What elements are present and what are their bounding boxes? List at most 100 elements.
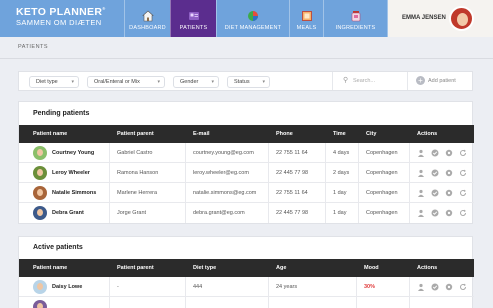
nav-item-meals[interactable]: MEALS — [289, 0, 323, 37]
active-table-header: Patient name Patient parent Diet type Ag… — [19, 259, 474, 277]
oral-enteral-dropdown[interactable]: Oral/Enteral or Mix ▾ — [87, 76, 165, 88]
row-actions — [417, 169, 467, 177]
nav-label-dashboard: DASHBOARD — [129, 25, 166, 31]
add-patient-button[interactable]: + Add patient — [407, 72, 473, 90]
col-patient-name: Patient name — [33, 131, 68, 137]
diet-type-dropdown[interactable]: Diet type ▾ — [29, 76, 79, 88]
avatar[interactable] — [449, 6, 474, 31]
settings-gear-icon[interactable] — [445, 189, 453, 197]
refresh-icon[interactable] — [459, 169, 467, 177]
diet-type-label: Diet type — [36, 79, 58, 85]
patient-parent: Ramona Hanson — [117, 170, 159, 176]
approve-icon[interactable] — [431, 169, 439, 177]
patient-city: Copenhagen — [366, 150, 398, 156]
patient-name: Daisy Lowe — [52, 284, 83, 290]
meals-icon — [301, 11, 312, 21]
user-profile-icon[interactable] — [417, 283, 425, 291]
nav-item-dashboard[interactable]: DASHBOARD — [124, 0, 170, 37]
app-logo[interactable]: KETO PLANNER® SAMMEN OM DIÆTEN — [16, 7, 106, 26]
avatar — [33, 280, 47, 294]
table-row[interactable]: Daisy Lowe - 444 24 years 30% — [19, 277, 474, 297]
user-menu[interactable]: EMMA JENSEN — [388, 0, 493, 37]
user-profile-icon[interactable] — [417, 209, 425, 217]
patient-email: leroy.wheeler@eg.com — [193, 170, 249, 176]
refresh-icon[interactable] — [459, 283, 467, 291]
top-navigation-bar: KETO PLANNER® SAMMEN OM DIÆTEN DASHBOARD… — [0, 0, 493, 37]
refresh-icon[interactable] — [459, 149, 467, 157]
nav-label-ingredients: INGREDIENTS — [335, 25, 376, 31]
approve-icon[interactable] — [431, 209, 439, 217]
refresh-icon[interactable] — [459, 189, 467, 197]
approve-icon[interactable] — [431, 283, 439, 291]
nav-label-diet-management: DIET MANAGEMENT — [224, 25, 282, 31]
settings-gear-icon[interactable] — [445, 149, 453, 157]
settings-gear-icon[interactable] — [445, 283, 453, 291]
ingredients-icon — [351, 11, 360, 22]
nav-item-diet-management[interactable]: DIET MANAGEMENT — [216, 0, 289, 37]
col-actions: Actions — [417, 265, 438, 271]
pending-patients-panel: Pending patients Patient name Patient pa… — [18, 101, 474, 224]
search-box: ⚲ — [332, 72, 407, 90]
col-age: Age — [276, 265, 287, 271]
pending-time: 2 days — [333, 170, 350, 176]
status-dropdown[interactable]: Status ▾ — [227, 76, 270, 88]
pending-time: 4 days — [333, 150, 350, 156]
breadcrumb-label: PATIENTS — [18, 44, 49, 50]
table-row[interactable]: Natalie Simmons Marlene Herrera natalie.… — [19, 183, 474, 203]
col-time: Time — [333, 131, 346, 137]
pending-time: 1 day — [333, 190, 347, 196]
diet-type: 444 — [193, 284, 203, 290]
chevron-down-icon: ▾ — [157, 79, 160, 85]
approve-icon[interactable] — [431, 149, 439, 157]
main-nav: DASHBOARD PATIENTS DIET MANAGEMENT MEALS… — [124, 0, 388, 37]
user-profile-icon[interactable] — [417, 169, 425, 177]
user-profile-icon[interactable] — [417, 189, 425, 197]
patient-parent: Gabriel Castro — [117, 150, 153, 156]
search-input[interactable] — [353, 76, 403, 86]
table-row[interactable]: Debra Grant Jorge Grant debra.grant@eg.c… — [19, 203, 474, 223]
chevron-down-icon: ▾ — [211, 79, 214, 85]
table-row[interactable]: Leroy Wheeler Ramona Hanson leroy.wheele… — [19, 163, 474, 183]
patient-city: Copenhagen — [366, 190, 398, 196]
patient-email: debra.grant@eg.com — [193, 210, 245, 216]
gender-label: Gender — [180, 79, 199, 85]
patient-parent: - — [117, 284, 119, 290]
gender-dropdown[interactable]: Gender ▾ — [173, 76, 219, 88]
pending-time: 1 day — [333, 210, 347, 216]
table-row[interactable]: Courtney Young Gabriel Castro courtney.y… — [19, 143, 474, 163]
patient-phone: 22 755 11 64 — [276, 190, 308, 196]
nav-item-ingredients[interactable]: INGREDIENTS — [323, 0, 388, 37]
table-row[interactable] — [19, 297, 474, 308]
approve-icon[interactable] — [431, 189, 439, 197]
patient-city: Copenhagen — [366, 170, 398, 176]
add-patient-label: Add patient — [428, 78, 456, 84]
logo-registered-mark: ® — [102, 6, 106, 11]
filter-bar: Diet type ▾ Oral/Enteral or Mix ▾ Gender… — [18, 71, 473, 91]
col-patient-name: Patient name — [33, 265, 68, 271]
nav-label-patients: PATIENTS — [179, 25, 208, 31]
patient-name: Leroy Wheeler — [52, 170, 90, 176]
patient-phone: 22 755 11 64 — [276, 150, 308, 156]
user-profile-icon[interactable] — [417, 149, 425, 157]
row-actions — [417, 149, 467, 157]
pending-table-header: Patient name Patient parent E-mail Phone… — [19, 125, 474, 143]
refresh-icon[interactable] — [459, 209, 467, 217]
row-actions — [417, 209, 467, 217]
oral-enteral-label: Oral/Enteral or Mix — [94, 79, 140, 85]
col-phone: Phone — [276, 131, 293, 137]
patients-icon — [188, 12, 199, 20]
plus-icon: + — [416, 76, 425, 85]
house-icon — [141, 10, 154, 22]
patient-email: courtney.young@eg.com — [193, 150, 254, 156]
patient-parent: Marlene Herrera — [117, 190, 158, 196]
col-mood: Mood — [364, 265, 379, 271]
nav-item-patients[interactable]: PATIENTS — [170, 0, 216, 37]
mood-value: 30% — [364, 284, 376, 290]
patient-email: natalie.simmons@eg.com — [193, 190, 257, 196]
settings-gear-icon[interactable] — [445, 169, 453, 177]
col-actions: Actions — [417, 131, 438, 137]
col-patient-parent: Patient parent — [117, 265, 154, 271]
row-actions — [417, 283, 467, 291]
logo-subtitle: SAMMEN OM DIÆTEN — [16, 17, 102, 27]
settings-gear-icon[interactable] — [445, 209, 453, 217]
